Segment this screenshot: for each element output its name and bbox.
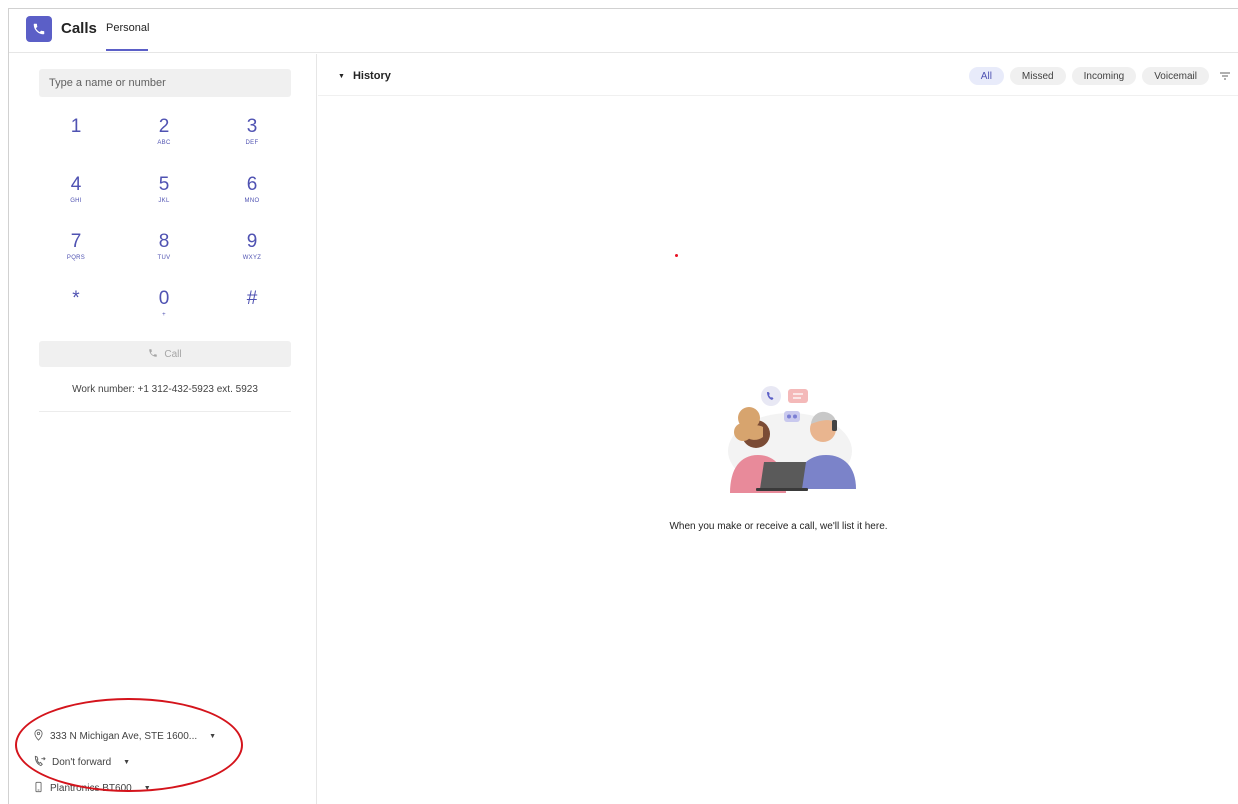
divider bbox=[39, 411, 291, 412]
dial-key-letters: GHI bbox=[70, 198, 82, 204]
work-number: Work number: +1 312-432-5923 ext. 5923 bbox=[72, 384, 258, 395]
dial-key-digit: # bbox=[246, 288, 258, 309]
dial-key-letters: MNO bbox=[244, 198, 260, 204]
dial-key-digit: 0 bbox=[158, 288, 170, 309]
device-label: Plantronics BT600 bbox=[50, 783, 132, 794]
tab-active-indicator bbox=[106, 49, 148, 51]
dial-key-3[interactable]: 3 DEF bbox=[222, 116, 282, 166]
dial-key-letters: ABC bbox=[157, 140, 171, 146]
forwarding-label: Don't forward bbox=[52, 757, 112, 768]
filter-incoming[interactable]: Incoming bbox=[1071, 67, 1137, 85]
dial-key-star[interactable]: * bbox=[46, 288, 106, 338]
dial-key-digit: 7 bbox=[70, 231, 82, 252]
filter-icon[interactable] bbox=[1217, 68, 1233, 84]
dial-key-digit: * bbox=[72, 288, 80, 309]
audio-device-selector[interactable]: Plantronics BT600 ▼ bbox=[33, 781, 151, 796]
dial-key-7[interactable]: 7 PQRS bbox=[46, 231, 106, 281]
filter-voicemail[interactable]: Voicemail bbox=[1142, 67, 1209, 85]
call-forward-icon bbox=[33, 755, 46, 770]
dial-key-8[interactable]: 8 TUV bbox=[134, 231, 194, 281]
device-icon bbox=[33, 781, 44, 796]
dial-key-5[interactable]: 5 JKL bbox=[134, 174, 194, 224]
dial-key-digit: 5 bbox=[158, 174, 170, 195]
dial-search-input[interactable] bbox=[39, 69, 291, 97]
app-header: Calls Personal bbox=[9, 9, 1238, 53]
dial-key-4[interactable]: 4 GHI bbox=[46, 174, 106, 224]
dial-key-digit: 1 bbox=[70, 116, 82, 137]
dial-key-letters: + bbox=[162, 312, 166, 318]
dial-key-1[interactable]: 1 bbox=[46, 116, 106, 166]
dial-key-2[interactable]: 2 ABC bbox=[134, 116, 194, 166]
dial-key-letters: JKL bbox=[158, 198, 170, 204]
dial-key-digit: 4 bbox=[70, 174, 82, 195]
history-filters: All Missed Incoming Voicemail bbox=[968, 67, 1233, 85]
history-panel: ▼ History All Missed Incoming Voicemail bbox=[318, 54, 1238, 804]
chevron-down-icon: ▼ bbox=[123, 759, 131, 766]
filter-all[interactable]: All bbox=[968, 67, 1004, 85]
call-button[interactable]: Call bbox=[39, 341, 291, 367]
dial-key-digit: 9 bbox=[246, 231, 258, 252]
chevron-down-icon: ▼ bbox=[143, 785, 151, 792]
dial-key-letters: DEF bbox=[245, 140, 259, 146]
call-button-label: Call bbox=[164, 348, 182, 360]
caret-down-icon: ▼ bbox=[338, 72, 345, 80]
dial-key-hash[interactable]: # bbox=[222, 288, 282, 338]
chevron-down-icon: ▼ bbox=[209, 733, 217, 740]
calls-window: Calls Personal 1 2 ABC 3 DEF 4 GHI 5 JKL 6 MN… bbox=[8, 8, 1238, 804]
location-pin-icon bbox=[33, 729, 44, 744]
dial-key-digit: 6 bbox=[246, 174, 258, 195]
history-toolbar: ▼ History All Missed Incoming Voicemail bbox=[318, 54, 1238, 96]
location-selector[interactable]: 333 N Michigan Ave, STE 1600... ▼ bbox=[33, 729, 216, 744]
dial-key-9[interactable]: 9 WXYZ bbox=[222, 231, 282, 281]
cursor-dot bbox=[675, 254, 678, 257]
dialer-panel: 1 2 ABC 3 DEF 4 GHI 5 JKL 6 MNO 7 PQRS 8 TUV 9 W… bbox=[9, 54, 317, 804]
history-toggle[interactable]: ▼ History bbox=[338, 70, 391, 82]
dial-key-digit: 8 bbox=[158, 231, 170, 252]
empty-history-illustration bbox=[718, 379, 858, 494]
tab-personal[interactable]: Personal bbox=[106, 22, 149, 48]
dial-key-digit: 2 bbox=[158, 116, 170, 137]
location-label: 333 N Michigan Ave, STE 1600... bbox=[50, 731, 198, 742]
dial-key-6[interactable]: 6 MNO bbox=[222, 174, 282, 224]
phone-app-icon bbox=[26, 16, 52, 42]
empty-history-message: When you make or receive a call, we'll l… bbox=[669, 521, 888, 532]
call-forwarding-selector[interactable]: Don't forward ▼ bbox=[33, 755, 130, 770]
filter-missed[interactable]: Missed bbox=[1009, 67, 1066, 85]
phone-icon bbox=[148, 348, 158, 361]
dial-key-letters: TUV bbox=[157, 255, 171, 261]
dial-key-0[interactable]: 0 + bbox=[134, 288, 194, 338]
history-title: History bbox=[352, 70, 391, 82]
app-title: Calls bbox=[61, 20, 97, 37]
dial-key-digit: 3 bbox=[246, 116, 258, 137]
dial-key-letters: WXYZ bbox=[242, 255, 262, 261]
dial-key-letters: PQRS bbox=[66, 255, 86, 261]
